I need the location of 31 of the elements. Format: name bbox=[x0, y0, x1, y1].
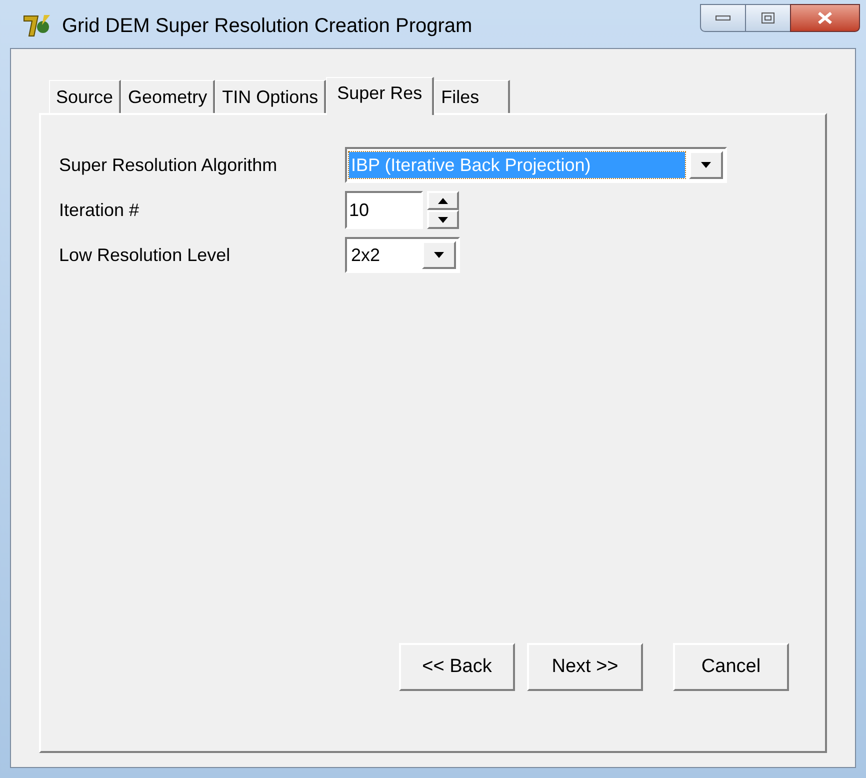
window-title: Grid DEM Super Resolution Creation Program bbox=[62, 14, 472, 39]
down-arrow-icon bbox=[434, 252, 444, 258]
number-field[interactable]: 10 bbox=[345, 191, 423, 229]
close-button[interactable] bbox=[790, 4, 860, 32]
tab[interactable]: Source bbox=[49, 80, 122, 113]
dropdown-button[interactable] bbox=[422, 241, 456, 269]
dialog-button[interactable]: << Back bbox=[399, 643, 515, 691]
tab[interactable]: Geometry bbox=[121, 80, 216, 113]
tab[interactable]: Super Res bbox=[326, 77, 434, 115]
field-label: Iteration # bbox=[59, 198, 140, 222]
down-arrow-icon bbox=[701, 162, 711, 168]
tab[interactable]: TIN Options bbox=[215, 80, 326, 113]
tab[interactable]: Files bbox=[434, 80, 510, 113]
dropdown-value: IBP (Iterative Back Projection) bbox=[349, 152, 685, 178]
up-arrow-icon bbox=[438, 198, 448, 204]
spin-up-button[interactable] bbox=[427, 191, 459, 210]
field-label: Low Resolution Level bbox=[59, 244, 232, 266]
dialog-button[interactable]: Next >> bbox=[527, 643, 643, 691]
maximize-button[interactable] bbox=[746, 4, 790, 32]
down-arrow-icon bbox=[438, 216, 448, 222]
field-label: Super Resolution Algorithm bbox=[59, 154, 278, 177]
minimize-icon bbox=[715, 15, 731, 21]
app-icon bbox=[22, 13, 52, 39]
spin-down-button[interactable] bbox=[427, 210, 459, 229]
maximize-icon bbox=[761, 12, 775, 24]
close-icon bbox=[817, 11, 833, 25]
dropdown[interactable]: 2x2 bbox=[345, 237, 460, 273]
dropdown-button[interactable] bbox=[689, 151, 723, 179]
dropdown-value: 2x2 bbox=[350, 244, 382, 267]
minimize-button[interactable] bbox=[700, 4, 746, 32]
dialog-button[interactable]: Cancel bbox=[673, 643, 789, 691]
